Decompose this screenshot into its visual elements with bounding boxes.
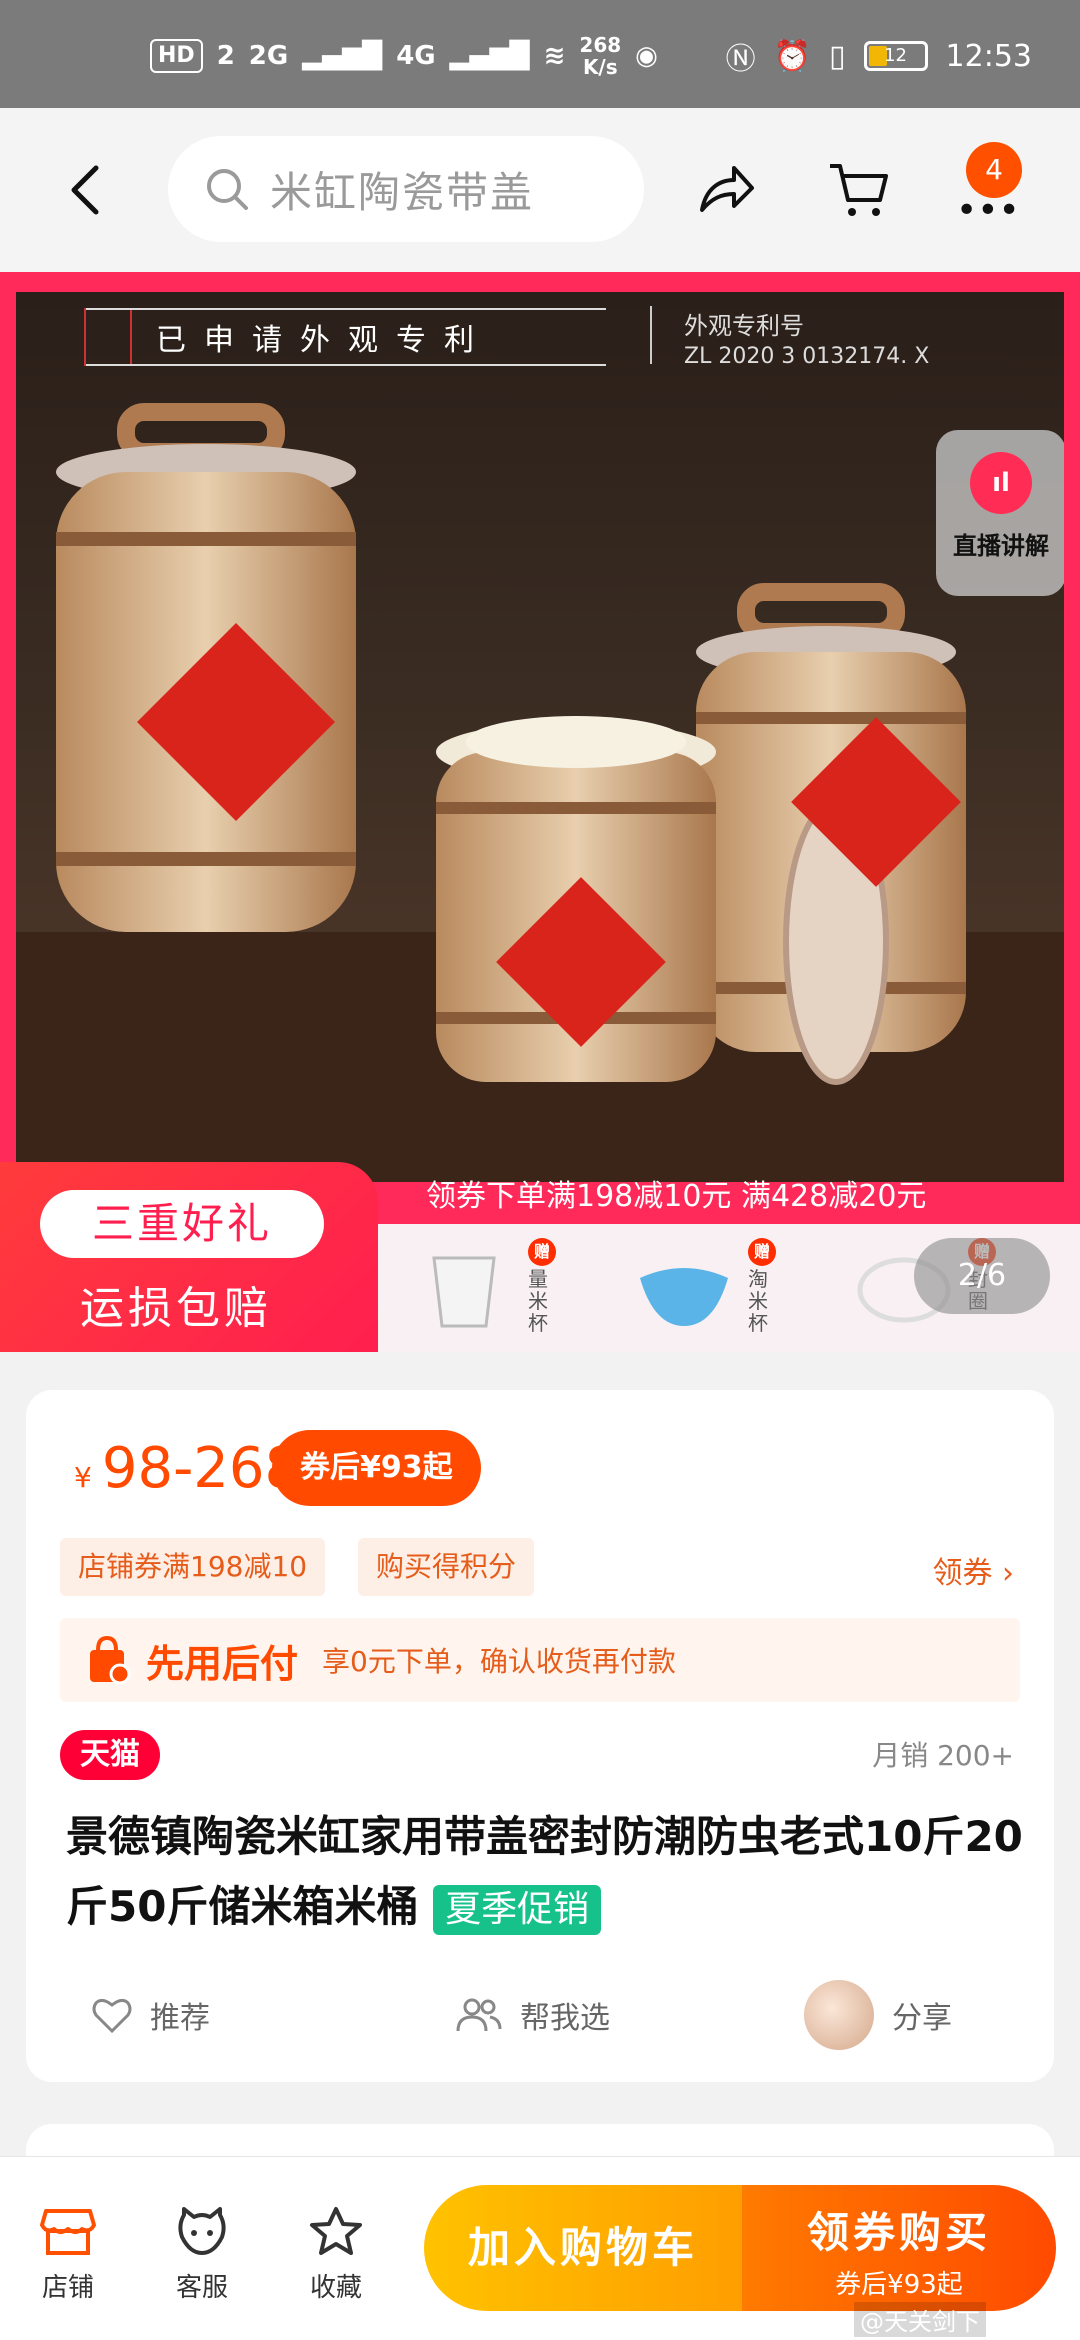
gift-item: 赠淘米杯 — [598, 1224, 818, 1352]
search-placeholder: 米缸陶瓷带盖 — [270, 167, 535, 217]
signal-icon: ▂▄▆█ — [302, 41, 383, 71]
damage-compensation-label: 运损包赔 — [80, 1283, 272, 1334]
top-nav: 米缸陶瓷带盖 4 ••• — [0, 108, 1080, 272]
hd-indicator: HD — [150, 39, 203, 73]
status-bar: HD 2 2G ▂▄▆█ 4G ▂▄▆█ ≋ 268 K/s ◉ Ⓝ ⏰ ▯ 1… — [0, 0, 1080, 108]
gift-badge: 赠 — [748, 1238, 776, 1266]
people-icon — [456, 1998, 502, 2032]
product-gallery[interactable]: 已申请外观专利 外观专利号 ZL 2020 3 0132174. X ıl 直播… — [0, 272, 1080, 1352]
gift-item: 赠量米杯 — [378, 1224, 598, 1352]
page-indicator: 2/6 — [914, 1238, 1050, 1314]
price: ¥98-268 — [74, 1436, 300, 1501]
gift-name: 量米杯 — [528, 1267, 548, 1335]
get-coupon-label: 领券 — [932, 1556, 993, 1591]
favorite-label: 收藏 — [309, 2273, 362, 2303]
recommend-label: 推荐 — [150, 2001, 210, 2036]
get-coupon-link[interactable]: 领券 › — [932, 1548, 1014, 1592]
gift-badge: 赠 — [528, 1238, 556, 1266]
triple-gift-label: 三重好礼 — [40, 1190, 324, 1258]
chevron-right-icon: › — [1002, 1556, 1014, 1591]
promo-gift-panel[interactable]: 三重好礼 运损包赔 — [0, 1162, 378, 1352]
product-title: 景德镇陶瓷米缸家用带盖密封防潮防虫老式10斤20斤50斤储米箱米桶 夏季促销 — [66, 1802, 1026, 1942]
wifi-icon: ≋ — [543, 41, 566, 71]
battery-icon: 12 — [863, 41, 928, 71]
buy-label: 领券购买 — [806, 2208, 991, 2257]
alarm-icon: ⏰ — [773, 38, 812, 74]
network-2g: 2G — [248, 41, 289, 71]
coupon-price-badge[interactable]: 券后¥93起 — [272, 1430, 481, 1506]
clock: 12:53 — [945, 38, 1032, 74]
gift-name: 淘米杯 — [748, 1267, 768, 1335]
help-choose-label: 帮我选 — [520, 2001, 610, 2036]
network-speed: 268 K/s — [579, 34, 621, 78]
signal-icon: ▂▄▆█ — [449, 41, 530, 71]
rice-washer-icon — [640, 1268, 728, 1326]
store-icon — [40, 2209, 96, 2255]
gift-tag: 赠量米杯 — [528, 1238, 556, 1334]
store-tab[interactable]: 店铺 — [18, 2205, 118, 2304]
search-box[interactable]: 米缸陶瓷带盖 — [168, 136, 644, 242]
customer-service-tab[interactable]: 客服 — [152, 2205, 252, 2304]
buy-with-coupon-button[interactable]: 领券购买 券后¥93起 — [742, 2185, 1056, 2311]
cart-icon[interactable] — [826, 158, 890, 222]
battery-level: 12 — [884, 45, 907, 66]
watermark: @天关剑下 — [854, 2302, 986, 2337]
pay-later-desc: 享0元下单，确认收货再付款 — [322, 1645, 676, 1678]
live-explain-button[interactable]: ıl 直播讲解 — [936, 430, 1064, 596]
share-icon[interactable] — [694, 158, 758, 222]
share-friend-button[interactable]: 分享 — [804, 1970, 952, 2060]
sim-indicator: 2 — [216, 41, 235, 71]
speed-unit: K/s — [582, 55, 618, 79]
pay-later-brand: 先用后付 — [146, 1641, 299, 1686]
avatar — [804, 1980, 874, 2050]
rice-barrel-illustration — [16, 403, 1064, 1182]
gift-tag: 赠淘米杯 — [748, 1238, 776, 1334]
back-arrow-icon[interactable] — [66, 160, 106, 220]
favorite-tab[interactable]: 收藏 — [286, 2205, 386, 2304]
status-left: HD 2 2G ▂▄▆█ 4G ▂▄▆█ ≋ 268 K/s ◉ — [150, 34, 658, 78]
coupon-banner: 领券下单满198减10元 满428减20元 — [426, 1179, 927, 1214]
buy-sub-label: 券后¥93起 — [835, 2270, 963, 2300]
vibrate-icon: ▯ — [829, 38, 846, 74]
product-image[interactable]: 已申请外观专利 外观专利号 ZL 2020 3 0132174. X ıl 直播… — [16, 292, 1064, 1182]
summer-promo-badge: 夏季促销 — [433, 1884, 602, 1935]
nfc-icon: Ⓝ — [725, 42, 756, 77]
star-icon — [310, 2207, 362, 2255]
heart-icon — [92, 1998, 132, 2033]
shopping-bag-icon — [90, 1635, 131, 1685]
service-icon — [178, 2207, 226, 2255]
store-coupon-tag[interactable]: 店铺券满198减10 — [60, 1538, 326, 1596]
currency-symbol: ¥ — [74, 1461, 92, 1494]
more-icon[interactable]: ••• — [956, 190, 1020, 231]
network-4g: 4G — [396, 41, 436, 71]
pay-later-bar[interactable]: 先用后付 享0元下单，确认收货再付款 — [60, 1618, 1020, 1702]
status-right: Ⓝ ⏰ ▯ 12 12:53 — [726, 34, 1032, 78]
live-label: 直播讲解 — [953, 532, 1049, 560]
voice-icon: ◉ — [635, 41, 658, 71]
add-to-cart-button[interactable]: 加入购物车 — [424, 2185, 742, 2311]
measuring-cup-icon — [432, 1256, 496, 1328]
points-tag[interactable]: 购买得积分 — [358, 1538, 535, 1596]
store-label: 店铺 — [41, 2273, 94, 2303]
speed-value: 268 — [579, 33, 622, 57]
product-info-card: ¥98-268 券后¥93起 店铺券满198减10 购买得积分 领券 › 先用后… — [26, 1390, 1054, 2082]
help-choose-button[interactable]: 帮我选 — [454, 1970, 610, 2060]
price-range: 98-268 — [101, 1436, 301, 1501]
service-label: 客服 — [175, 2273, 228, 2303]
tmall-badge: 天猫 — [60, 1730, 160, 1780]
live-icon: ıl — [970, 452, 1032, 514]
monthly-sales: 月销 200+ — [872, 1739, 1014, 1772]
recommend-button[interactable]: 推荐 — [92, 1970, 210, 2060]
product-actions: 推荐 帮我选 分享 — [26, 1970, 1054, 2060]
share-label: 分享 — [892, 2001, 952, 2036]
search-icon — [207, 169, 248, 210]
